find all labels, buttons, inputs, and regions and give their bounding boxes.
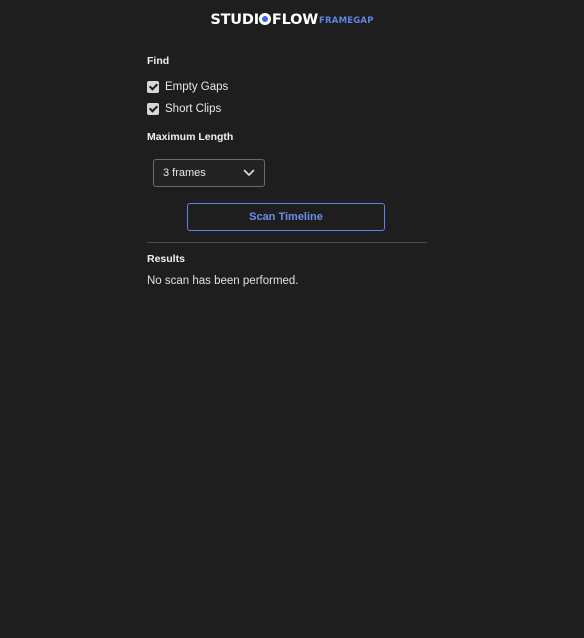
eye-icon [259, 13, 272, 25]
framegap-panel: STUDI FLOW FRAMEGAP Find Empty Gaps Short… [0, 0, 584, 638]
find-section-title: Find [147, 55, 170, 67]
empty-gaps-checkbox-row[interactable]: Empty Gaps [147, 81, 228, 93]
brand-logo: STUDI FLOW FRAMEGAP [0, 12, 584, 28]
maximum-length-title: Maximum Length [147, 131, 234, 143]
empty-gaps-checkbox[interactable] [147, 81, 159, 93]
brand-product-name: FRAMEGAP [319, 16, 374, 26]
chevron-down-icon [243, 169, 255, 176]
short-clips-checkbox[interactable] [147, 103, 159, 115]
short-clips-label: Short Clips [165, 103, 222, 115]
results-message: No scan has been performed. [147, 275, 299, 287]
brand-name: STUDI FLOW [210, 12, 319, 28]
scan-timeline-button[interactable]: Scan Timeline [187, 203, 385, 231]
short-clips-checkbox-row[interactable]: Short Clips [147, 103, 221, 115]
maximum-length-value: 3 frames [163, 167, 206, 179]
divider [147, 242, 427, 243]
maximum-length-dropdown[interactable]: 3 frames [153, 159, 265, 187]
empty-gaps-label: Empty Gaps [165, 81, 229, 93]
results-title: Results [147, 253, 185, 265]
